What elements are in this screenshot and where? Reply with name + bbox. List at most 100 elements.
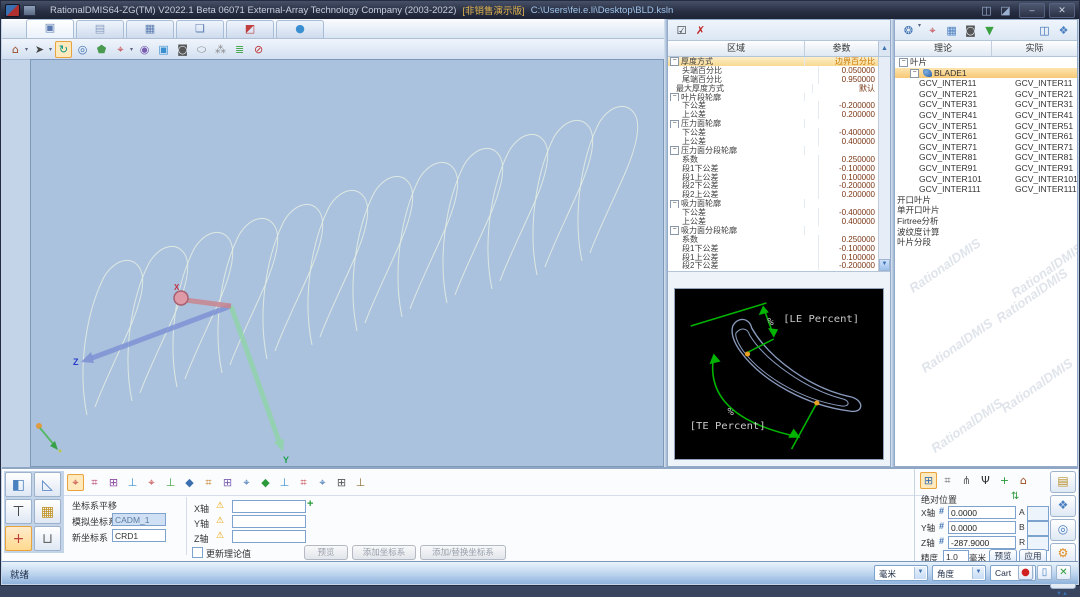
tree-item[interactable]: 开口叶片 [895, 195, 1077, 206]
select-cursor-icon[interactable]: ➤ [31, 41, 48, 58]
window-layout-icon[interactable]: ◫ [1036, 22, 1053, 39]
tree-item[interactable]: −叶片 [895, 57, 1077, 68]
add-csys-button[interactable]: 添加坐标系 [352, 545, 416, 560]
probe-status-icon[interactable]: ✕ [1056, 565, 1071, 580]
tree-filter-icon[interactable]: ▼ [981, 22, 998, 39]
home-icon[interactable]: ⌂ [7, 41, 24, 58]
param-row[interactable]: 段2上公差0.200000 [668, 190, 879, 199]
param-scrollbar[interactable]: ▼ [878, 57, 890, 271]
abs-value-input[interactable] [948, 521, 1016, 534]
machine-position-icon[interactable]: ⌗ [939, 472, 956, 489]
tab-table-icon[interactable]: ▦ [126, 20, 174, 38]
scroll-down-icon[interactable]: ▼ [879, 259, 890, 271]
align-list-icon[interactable]: ≣ [231, 41, 248, 58]
y-offset-input[interactable] [232, 515, 306, 528]
fit-view-icon[interactable]: ⬟ [93, 41, 110, 58]
tree-item[interactable]: GCV_INTER11GCV_INTER11 [895, 78, 1077, 89]
abs-position-icon[interactable]: ⊞ [920, 472, 937, 489]
param-row[interactable]: 上公差0.400000 [668, 217, 879, 226]
abs-side-input[interactable] [1027, 521, 1049, 536]
sim-csys-input[interactable] [112, 513, 166, 526]
tree-item[interactable]: GCV_INTER71GCV_INTER71 [895, 142, 1077, 153]
column-region[interactable]: 区域 [668, 41, 805, 56]
param-row[interactable]: 段1上公差0.100000 [668, 173, 879, 182]
probe-view-dropdown[interactable]: ▾ [918, 22, 921, 39]
csys-translate-icon[interactable]: ⌖ [67, 474, 84, 491]
coordinate-axes-icon[interactable]: ⌖ [112, 41, 129, 58]
expander-icon[interactable]: − [670, 57, 679, 66]
scroll-up-icon[interactable]: ▲ [878, 41, 890, 56]
param-row[interactable]: 段2下公差-0.200000 [668, 261, 879, 270]
param-row[interactable]: −压力面分段轮廓 [668, 146, 879, 155]
expander-icon[interactable]: − [670, 146, 679, 155]
coordinate-system-icon[interactable]: + [5, 526, 32, 551]
param-row[interactable]: −厚度方式边界百分比 [668, 57, 879, 66]
camera-view-icon[interactable]: ◙ [962, 22, 979, 39]
delete-cross-icon[interactable]: ✗ [692, 22, 709, 39]
expander-icon[interactable]: − [899, 58, 908, 67]
display-palette-icon[interactable]: ▣ [155, 41, 172, 58]
param-row[interactable]: 尾端百分比0.950000 [668, 75, 879, 84]
app-menu-icon[interactable] [23, 5, 36, 16]
probe-manager-icon[interactable]: ⊤ [5, 499, 32, 524]
layout-window-icon[interactable]: ◫ [978, 2, 995, 19]
value-lock-icon[interactable]: # [939, 506, 944, 516]
tree-item[interactable]: GCV_INTER51GCV_INTER51 [895, 121, 1077, 132]
tab-layers-icon[interactable]: ❏ [176, 20, 224, 38]
add-replace-csys-button[interactable]: 添加/替换坐标系 [420, 545, 506, 560]
add-value-icon[interactable]: + [307, 498, 313, 510]
preview-button[interactable]: 预览 [304, 545, 348, 560]
angle-combo[interactable]: 角度▼ [932, 565, 986, 581]
3d-viewport[interactable]: X Z Y [30, 59, 664, 467]
tree-item[interactable]: 叶片分段 [895, 237, 1077, 248]
chevron-down-icon[interactable]: ▼ [972, 567, 984, 579]
update-theory-checkbox[interactable] [192, 547, 203, 558]
vtab-scroll-icons[interactable]: ▼▲ [1050, 591, 1074, 597]
refresh-icon[interactable]: ↻ [55, 41, 72, 58]
tree-item[interactable]: GCV_INTER21GCV_INTER21 [895, 89, 1077, 100]
grid-view-icon[interactable]: ▦ [943, 22, 960, 39]
apply-check-icon[interactable]: ☑ [673, 22, 690, 39]
coordinate-axes-dropdown[interactable]: ▾ [130, 46, 133, 53]
abs-value-input[interactable] [948, 536, 1016, 549]
expander-icon[interactable]: − [910, 69, 919, 78]
column-param[interactable]: 参数 [805, 41, 878, 56]
param-row[interactable]: 下公差-0.400000 [668, 128, 879, 137]
tab-measure-icon[interactable]: ▣ [26, 19, 74, 38]
param-row[interactable]: −吸力面轮廓 [668, 199, 879, 208]
csys-rps-icon[interactable]: ⌗ [200, 474, 217, 491]
param-row[interactable]: 段1下公差-0.100000 [668, 164, 879, 173]
tree-item[interactable]: GCV_INTER81GCV_INTER81 [895, 152, 1077, 163]
close-button[interactable]: ✕ [1049, 3, 1075, 18]
probe-view-icon[interactable]: ❂ [900, 22, 917, 39]
abs-value-input[interactable] [948, 506, 1016, 519]
tab-globe-icon[interactable]: ● [276, 20, 324, 38]
fixture-icon[interactable]: ▦ [34, 499, 61, 524]
csys-iterate-icon[interactable]: ◆ [181, 474, 198, 491]
tree-item[interactable]: Firtree分析 [895, 216, 1077, 227]
param-row[interactable]: 下公差-0.200000 [668, 101, 879, 110]
csys-machine-icon[interactable]: ⌖ [238, 474, 255, 491]
param-row[interactable]: 系数0.250000 [668, 235, 879, 244]
expander-icon[interactable]: − [670, 120, 679, 129]
csys-321-icon[interactable]: ⌖ [143, 474, 160, 491]
csys-rotate-icon[interactable]: ⌗ [86, 474, 103, 491]
machine-sim-icon[interactable]: ◧ [5, 472, 32, 497]
csys-cad-icon[interactable]: ⊥ [276, 474, 293, 491]
search-zoom-icon[interactable]: ◎ [1050, 519, 1076, 541]
csys-quick-icon[interactable]: ⊞ [333, 474, 350, 491]
csys-recall-icon[interactable]: ⌖ [314, 474, 331, 491]
tree-item[interactable]: GCV_INTER41GCV_INTER41 [895, 110, 1077, 121]
probe-disable-icon[interactable]: ⊘ [250, 41, 267, 58]
param-row[interactable]: 段2下公差-0.200000 [668, 181, 879, 190]
measure-tools-icon[interactable]: ◺ [34, 472, 61, 497]
new-csys-input[interactable] [112, 529, 166, 542]
pin-panel-icon[interactable]: ❖ [1055, 22, 1072, 39]
select-cursor-dropdown[interactable]: ▾ [49, 46, 52, 53]
add-position-icon[interactable]: + [996, 472, 1013, 489]
expander-icon[interactable]: − [670, 226, 679, 235]
csys-bestfit-icon[interactable]: ⊥ [124, 474, 141, 491]
title-bar[interactable]: RationalDMIS64-ZG(TM) V2022.1 Beta 06071… [1, 1, 1079, 19]
column-theory[interactable]: 理论 [895, 41, 992, 56]
param-row[interactable]: 最大厚度方式默认 [668, 84, 879, 93]
